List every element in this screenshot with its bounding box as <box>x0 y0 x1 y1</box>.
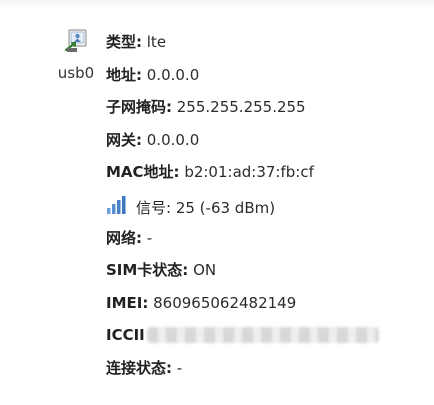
detail-key: MAC地址: <box>106 163 180 182</box>
interface-name: usb0 <box>57 64 95 82</box>
detail-row-type: 类型: lte <box>106 30 426 63</box>
detail-row-gateway: 网关: 0.0.0.0 <box>106 128 426 161</box>
detail-key: 网络: <box>106 228 142 247</box>
detail-value: - <box>172 358 183 377</box>
interface-details: 类型: lte 地址: 0.0.0.0 子网掩码: 255.255.255.25… <box>106 30 426 389</box>
detail-key: 信号: <box>136 198 172 217</box>
detail-key: 网关: <box>106 130 142 149</box>
top-edge <box>0 0 434 8</box>
signal-strength-icon <box>106 193 130 222</box>
detail-row-iccid: ICCII <box>106 323 426 356</box>
detail-value: b2:01:ad:37:fb:cf <box>179 163 314 182</box>
detail-value: 860965062482149 <box>148 293 297 312</box>
detail-row-mac: MAC地址: b2:01:ad:37:fb:cf <box>106 160 426 193</box>
detail-value: 0.0.0.0 <box>142 130 200 149</box>
detail-value: ON <box>188 261 217 280</box>
detail-key: 连接状态: <box>106 358 172 377</box>
network-interface-icon <box>64 29 87 52</box>
detail-key: 地址: <box>106 65 142 84</box>
detail-row-sim-status: SIM卡状态: ON <box>106 258 426 291</box>
detail-key: IMEI: <box>106 293 149 312</box>
detail-row-signal: 信号: 25 (-63 dBm) <box>106 193 426 226</box>
detail-row-imei: IMEI: 860965062482149 <box>106 291 426 324</box>
interface-badge: usb0 <box>50 28 102 82</box>
detail-row-network: 网络: - <box>106 226 426 259</box>
detail-key: ICCII <box>106 326 145 345</box>
detail-row-netmask: 子网掩码: 255.255.255.255 <box>106 95 426 128</box>
detail-value: 255.255.255.255 <box>172 98 306 117</box>
detail-key: SIM卡状态: <box>106 261 189 280</box>
detail-value: - <box>142 228 153 247</box>
redacted-value <box>146 327 379 344</box>
detail-value: lte <box>142 33 167 51</box>
detail-value: 0.0.0.0 <box>142 65 200 84</box>
detail-row-connection-status: 连接状态: - <box>106 356 426 389</box>
detail-value: 25 (-63 dBm) <box>171 198 276 217</box>
detail-row-address: 地址: 0.0.0.0 <box>106 63 426 96</box>
detail-key: 类型: <box>106 33 142 51</box>
detail-key: 子网掩码: <box>106 98 172 117</box>
